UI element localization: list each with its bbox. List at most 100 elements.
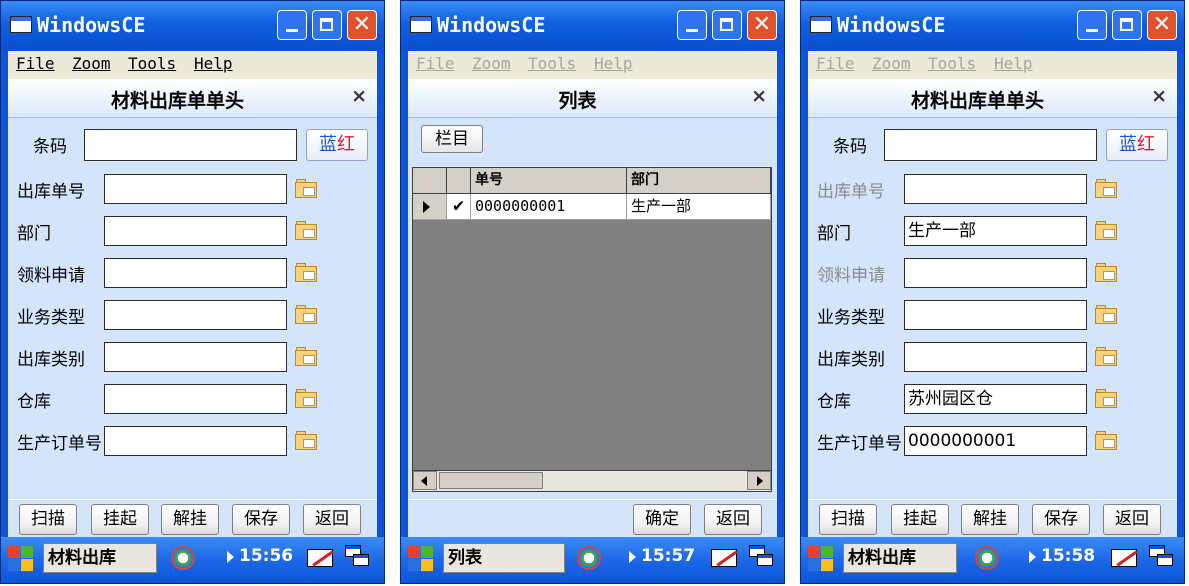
color-toggle-button[interactable]: 蓝红 — [306, 129, 368, 161]
out-category-input[interactable] — [904, 342, 1087, 372]
connectivity-icon[interactable] — [975, 546, 999, 570]
row-selector[interactable] — [413, 194, 447, 220]
business-type-input[interactable] — [104, 300, 287, 330]
barcode-input[interactable] — [884, 129, 1097, 161]
start-icon[interactable] — [6, 544, 36, 574]
red-label: 红 — [1137, 134, 1155, 155]
window-switch-icon[interactable] — [345, 545, 371, 571]
field-label-out-order-no: 出库单号 — [817, 182, 885, 202]
close-icon: ✕ — [352, 12, 372, 37]
menu-tools[interactable]: Tools — [128, 54, 176, 73]
menu-zoom[interactable]: Zoom — [72, 54, 111, 73]
folder-browse-icon[interactable] — [295, 178, 319, 198]
minimize-button[interactable] — [1077, 10, 1107, 40]
close-button[interactable]: ✕ — [347, 10, 377, 40]
folder-browse-icon[interactable] — [1095, 178, 1119, 198]
maximize-button[interactable] — [1112, 10, 1142, 40]
form-close-icon[interactable]: × — [1151, 85, 1167, 107]
close-button[interactable]: ✕ — [1147, 10, 1177, 40]
taskbar-app-button[interactable]: 列表 — [443, 543, 565, 573]
row-checkbox[interactable]: ✔ — [447, 194, 471, 220]
menu-bar: File Zoom Tools Help — [408, 51, 777, 79]
start-icon[interactable] — [406, 544, 436, 574]
folder-browse-icon[interactable] — [295, 262, 319, 282]
back-button[interactable]: 返回 — [704, 504, 762, 535]
scan-button[interactable]: 扫描 — [819, 504, 877, 535]
column-header-order-no[interactable]: 单号 — [471, 168, 627, 194]
folder-browse-icon[interactable] — [1095, 388, 1119, 408]
close-button[interactable]: ✕ — [747, 10, 777, 40]
horizontal-scrollbar[interactable] — [413, 470, 771, 491]
maximize-button[interactable] — [712, 10, 742, 40]
barcode-input[interactable] — [84, 129, 297, 161]
material-request-input[interactable] — [904, 258, 1087, 288]
save-button[interactable]: 保存 — [1032, 504, 1090, 535]
resume-button[interactable]: 解挂 — [961, 504, 1019, 535]
department-input[interactable] — [104, 216, 287, 246]
color-toggle-button[interactable]: 蓝红 — [1106, 129, 1168, 161]
cell-department[interactable]: 生产一部 — [627, 194, 771, 220]
menu-help[interactable]: Help — [194, 54, 233, 73]
folder-browse-icon[interactable] — [295, 304, 319, 324]
connectivity-icon[interactable] — [171, 546, 195, 570]
folder-browse-icon[interactable] — [295, 346, 319, 366]
data-grid[interactable]: 单号 部门 ✔ 0000000001 生产一部 — [412, 167, 772, 492]
input-panel-icon[interactable] — [711, 545, 739, 571]
folder-browse-icon[interactable] — [1095, 220, 1119, 240]
production-order-no-input[interactable] — [104, 426, 287, 456]
material-request-input[interactable] — [104, 258, 287, 288]
menu-file[interactable]: File — [16, 54, 55, 73]
start-icon[interactable] — [806, 544, 836, 574]
taskbar-app-button[interactable]: 材料出库 — [43, 543, 157, 573]
folder-browse-icon[interactable] — [1095, 430, 1119, 450]
confirm-button[interactable]: 确定 — [633, 504, 691, 535]
current-row-arrow-icon — [423, 201, 430, 213]
minimize-button[interactable] — [277, 10, 307, 40]
minimize-icon — [1086, 29, 1098, 32]
scroll-thumb[interactable] — [439, 472, 543, 489]
back-button[interactable]: 返回 — [1103, 504, 1161, 535]
form-header: 材料出库单单头 × — [8, 79, 377, 118]
taskbar-app-button[interactable]: 材料出库 — [843, 543, 957, 573]
folder-browse-icon[interactable] — [1095, 262, 1119, 282]
minimize-button[interactable] — [677, 10, 707, 40]
connectivity-icon[interactable] — [577, 546, 601, 570]
folder-browse-icon[interactable] — [1095, 346, 1119, 366]
title-bar: WindowsCE ✕ — [401, 1, 784, 51]
folder-browse-icon[interactable] — [1095, 304, 1119, 324]
scan-button[interactable]: 扫描 — [19, 504, 77, 535]
window-switch-icon[interactable] — [1149, 545, 1175, 571]
columns-button[interactable]: 栏目 — [421, 125, 483, 153]
form-close-icon[interactable]: × — [351, 85, 367, 107]
suspend-button[interactable]: 挂起 — [891, 504, 949, 535]
folder-browse-icon[interactable] — [295, 430, 319, 450]
warehouse-input[interactable]: 苏州园区仓 — [904, 384, 1087, 414]
department-input[interactable]: 生产一部 — [904, 216, 1087, 246]
out-order-no-input[interactable] — [104, 174, 287, 204]
warehouse-input[interactable] — [104, 384, 287, 414]
scroll-left-button[interactable] — [413, 471, 437, 490]
field-label-business-type: 业务类型 — [17, 308, 85, 328]
menu-tools: Tools — [928, 54, 977, 73]
tray-arrow-icon — [227, 551, 234, 563]
form-close-icon[interactable]: × — [751, 85, 767, 107]
cell-order-no[interactable]: 0000000001 — [471, 194, 627, 220]
save-button[interactable]: 保存 — [232, 504, 290, 535]
field-label-out-category: 出库类别 — [17, 350, 85, 370]
out-order-no-input[interactable] — [904, 174, 1087, 204]
resume-button[interactable]: 解挂 — [161, 504, 219, 535]
back-button[interactable]: 返回 — [303, 504, 361, 535]
column-header-department[interactable]: 部门 — [627, 168, 771, 194]
window-switch-icon[interactable] — [749, 545, 775, 571]
out-category-input[interactable] — [104, 342, 287, 372]
input-panel-icon[interactable] — [1111, 545, 1139, 571]
folder-browse-icon[interactable] — [295, 220, 319, 240]
production-order-no-input[interactable]: 0000000001 — [904, 426, 1087, 456]
suspend-button[interactable]: 挂起 — [91, 504, 149, 535]
folder-browse-icon[interactable] — [295, 388, 319, 408]
business-type-input[interactable] — [904, 300, 1087, 330]
maximize-icon — [320, 18, 333, 31]
scroll-right-button[interactable] — [747, 471, 771, 490]
maximize-button[interactable] — [312, 10, 342, 40]
input-panel-icon[interactable] — [307, 545, 335, 571]
